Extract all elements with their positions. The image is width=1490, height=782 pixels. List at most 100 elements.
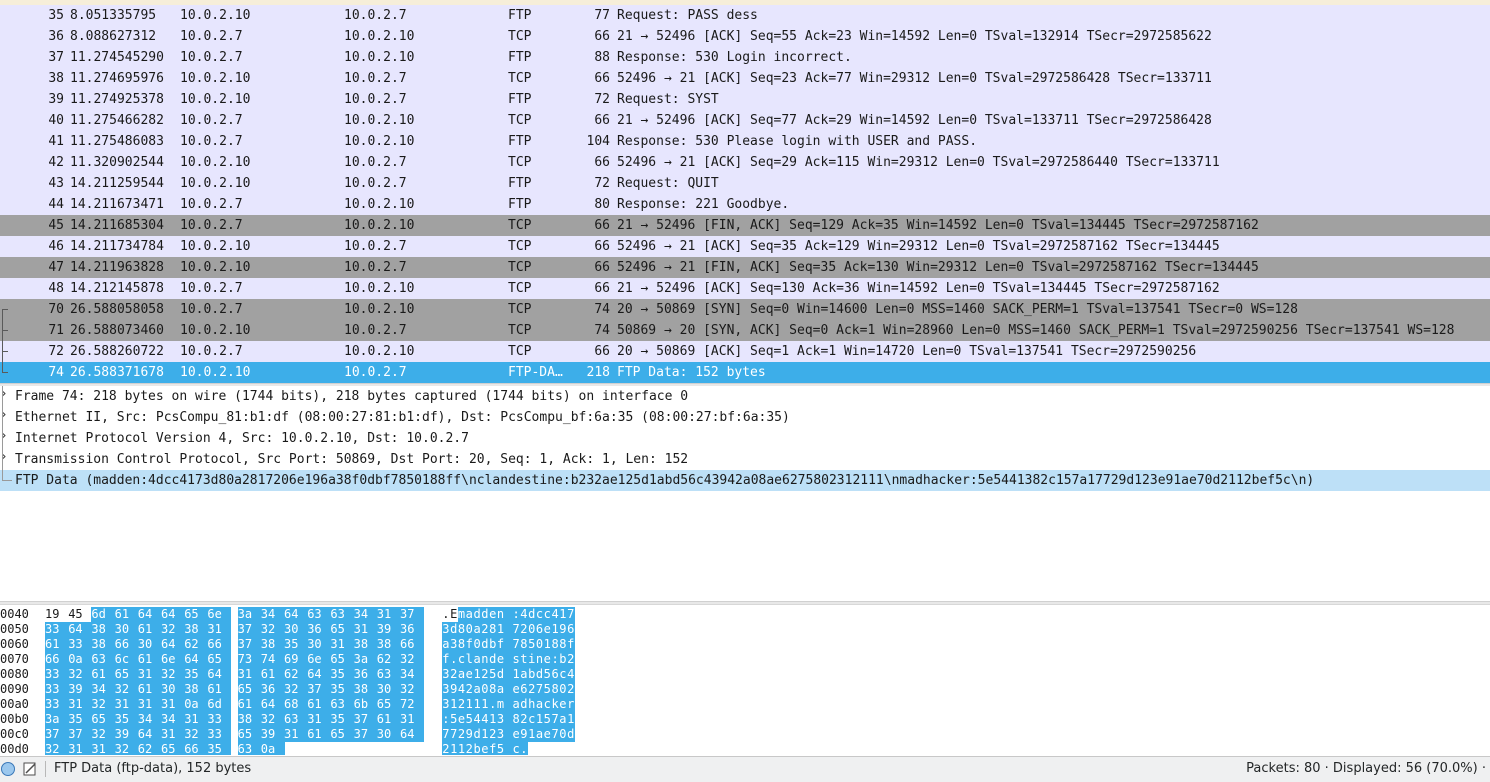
ascii-char[interactable]: 7 [551,727,559,742]
ascii-char[interactable]: 4 [520,607,528,622]
hex-byte[interactable]: 64 [184,652,209,667]
ascii-char[interactable]: 7 [512,637,520,652]
ascii-char[interactable]: a [473,682,481,697]
byte-row[interactable]: 00c0 37 37 32 39 64 31 32 33 65 39 31 61 65 37 30 64 7 7 2 9… [0,727,1490,742]
hex-byte[interactable]: 31 [207,622,232,637]
ascii-char[interactable]: 1 [481,697,489,712]
hex-byte[interactable]: 65 [207,652,232,667]
ascii-char[interactable]: 6 [520,682,528,697]
hex-byte[interactable]: 31 [161,697,185,712]
ascii-char[interactable]: 5 [488,667,497,682]
ascii-char[interactable]: 7 [512,622,520,637]
ascii-char[interactable]: 1 [457,742,466,755]
packet-row[interactable]: 40 11.275466282 10.0.2.7 10.0.2.10 TCP 66 21 →… [0,110,1490,131]
hex-byte[interactable]: 31 [307,712,332,727]
ascii-char[interactable]: 5 [543,712,552,727]
ascii-char[interactable]: 2 [520,712,528,727]
ascii-char[interactable]: 1 [473,667,481,682]
packet-row[interactable]: 71 26.588073460 10.0.2.10 10.0.2.7 TCP 74 5086… [0,320,1490,341]
ascii-char[interactable]: e [481,742,489,755]
ascii-char[interactable]: a [520,667,528,682]
ascii-char[interactable]: d [496,667,505,682]
hex-byte[interactable]: 65 [184,607,209,622]
hex-byte[interactable]: 0a [68,652,93,667]
byte-row[interactable]: 00a0 33 31 32 31 31 31 0a 6d 61 64 68 61 63 6b 65 72 3 1 2 1… [0,697,1490,712]
hex-byte[interactable]: 64 [161,637,185,652]
hex-byte[interactable]: 65 [91,712,116,727]
ascii-char[interactable]: a [473,652,481,667]
hex-byte[interactable]: 62 [137,742,162,755]
ascii-char[interactable] [504,637,513,652]
hex-byte[interactable]: 38 [91,622,116,637]
ascii-char[interactable]: c [457,652,466,667]
ascii-char[interactable]: f [496,637,505,652]
ascii-char[interactable]: 7 [566,607,575,622]
hex-byte[interactable]: 31 [184,712,209,727]
hex-byte[interactable]: 36 [260,682,285,697]
hex-byte[interactable]: 37 [45,727,69,742]
ascii-char[interactable]: 1 [512,667,520,682]
ascii-char[interactable] [504,712,513,727]
ascii-char[interactable]: 8 [488,622,497,637]
hex-byte[interactable]: 6c [114,652,139,667]
hex-byte[interactable]: 6d [207,697,232,712]
packet-row[interactable]: 35 8.051335795 10.0.2.10 10.0.2.7 FTP 77 Reque… [0,5,1490,26]
ascii-char[interactable]: 2 [566,682,575,697]
hex-byte[interactable]: 39 [376,622,401,637]
ascii-char[interactable]: s [512,652,520,667]
ascii-char[interactable]: d [449,622,458,637]
hex-byte[interactable]: 62 [376,652,401,667]
byte-row[interactable]: 0050 33 64 38 30 61 32 38 31 37 32 30 36 65 31 39 36 3 d 8 0… [0,622,1490,637]
ascii-char[interactable]: e [465,667,474,682]
hex-byte[interactable]: 31 [137,667,162,682]
hex-byte[interactable]: 63 [284,712,308,727]
hex-byte[interactable]: 73 [237,652,262,667]
hex-byte[interactable]: 0a [184,697,209,712]
hex-byte[interactable]: 32 [260,712,285,727]
ascii-char[interactable]: 0 [559,727,567,742]
hex-byte[interactable]: 3a [353,652,378,667]
ascii-char[interactable]: b [559,652,567,667]
packet-row[interactable]: 39 11.274925378 10.0.2.10 10.0.2.7 FTP 72 Requ… [0,89,1490,110]
hex-byte[interactable]: 30 [376,727,401,742]
detail-tree-row[interactable]: ›Internet Protocol Version 4, Src: 10.0.… [0,428,1490,449]
ascii-char[interactable]: 8 [551,682,559,697]
byte-row[interactable]: 00d0 32 31 31 32 62 65 66 35 63 0a 2 1 1 2 b e f 5 c. [0,742,1490,755]
ascii-char[interactable]: 5 [543,682,552,697]
ascii-char[interactable]: 9 [465,727,474,742]
ascii-char[interactable]: 2 [465,682,474,697]
ascii-char[interactable]: k [551,697,559,712]
ascii-char[interactable]: 2 [457,727,466,742]
hex-byte[interactable]: 37 [400,607,424,622]
packet-list[interactable]: 35 8.051335795 10.0.2.10 10.0.2.7 FTP 77 Reque… [0,0,1490,383]
hex-byte[interactable]: 35 [330,712,355,727]
ascii-char[interactable]: 8 [457,637,466,652]
hex-byte[interactable]: 62 [184,637,209,652]
ascii-char[interactable]: 9 [449,682,458,697]
hex-byte[interactable]: 35 [207,742,232,755]
ascii-char[interactable]: 0 [535,637,544,652]
hex-byte[interactable]: 45 [68,607,92,622]
hex-byte[interactable]: 37 [237,637,262,652]
hex-byte[interactable]: 6e [307,652,332,667]
ascii-char[interactable]: 1 [551,622,559,637]
ascii-char[interactable]: d [520,697,528,712]
hex-byte[interactable]: 65 [237,682,262,697]
hex-byte[interactable]: 30 [161,682,185,697]
ascii-char[interactable]: 1 [473,697,481,712]
ascii-char[interactable]: e [543,652,552,667]
hex-byte[interactable]: 65 [330,622,355,637]
ascii-char[interactable]: 1 [559,607,567,622]
hex-byte[interactable]: 32 [260,622,285,637]
ascii-char[interactable]: b [473,742,481,755]
ascii-char[interactable]: e [543,622,552,637]
hex-byte[interactable]: 33 [45,667,69,682]
hex-byte[interactable]: 32 [68,667,93,682]
ascii-char[interactable]: c [559,667,567,682]
ascii-char[interactable]: a [473,622,481,637]
hex-byte[interactable]: 32 [184,727,209,742]
hex-byte[interactable]: 30 [284,622,308,637]
ascii-char[interactable] [504,607,513,622]
ascii-char[interactable]: 3 [442,697,450,712]
packet-row[interactable]: 45 14.211685304 10.0.2.7 10.0.2.10 TCP 66 21 →… [0,215,1490,236]
